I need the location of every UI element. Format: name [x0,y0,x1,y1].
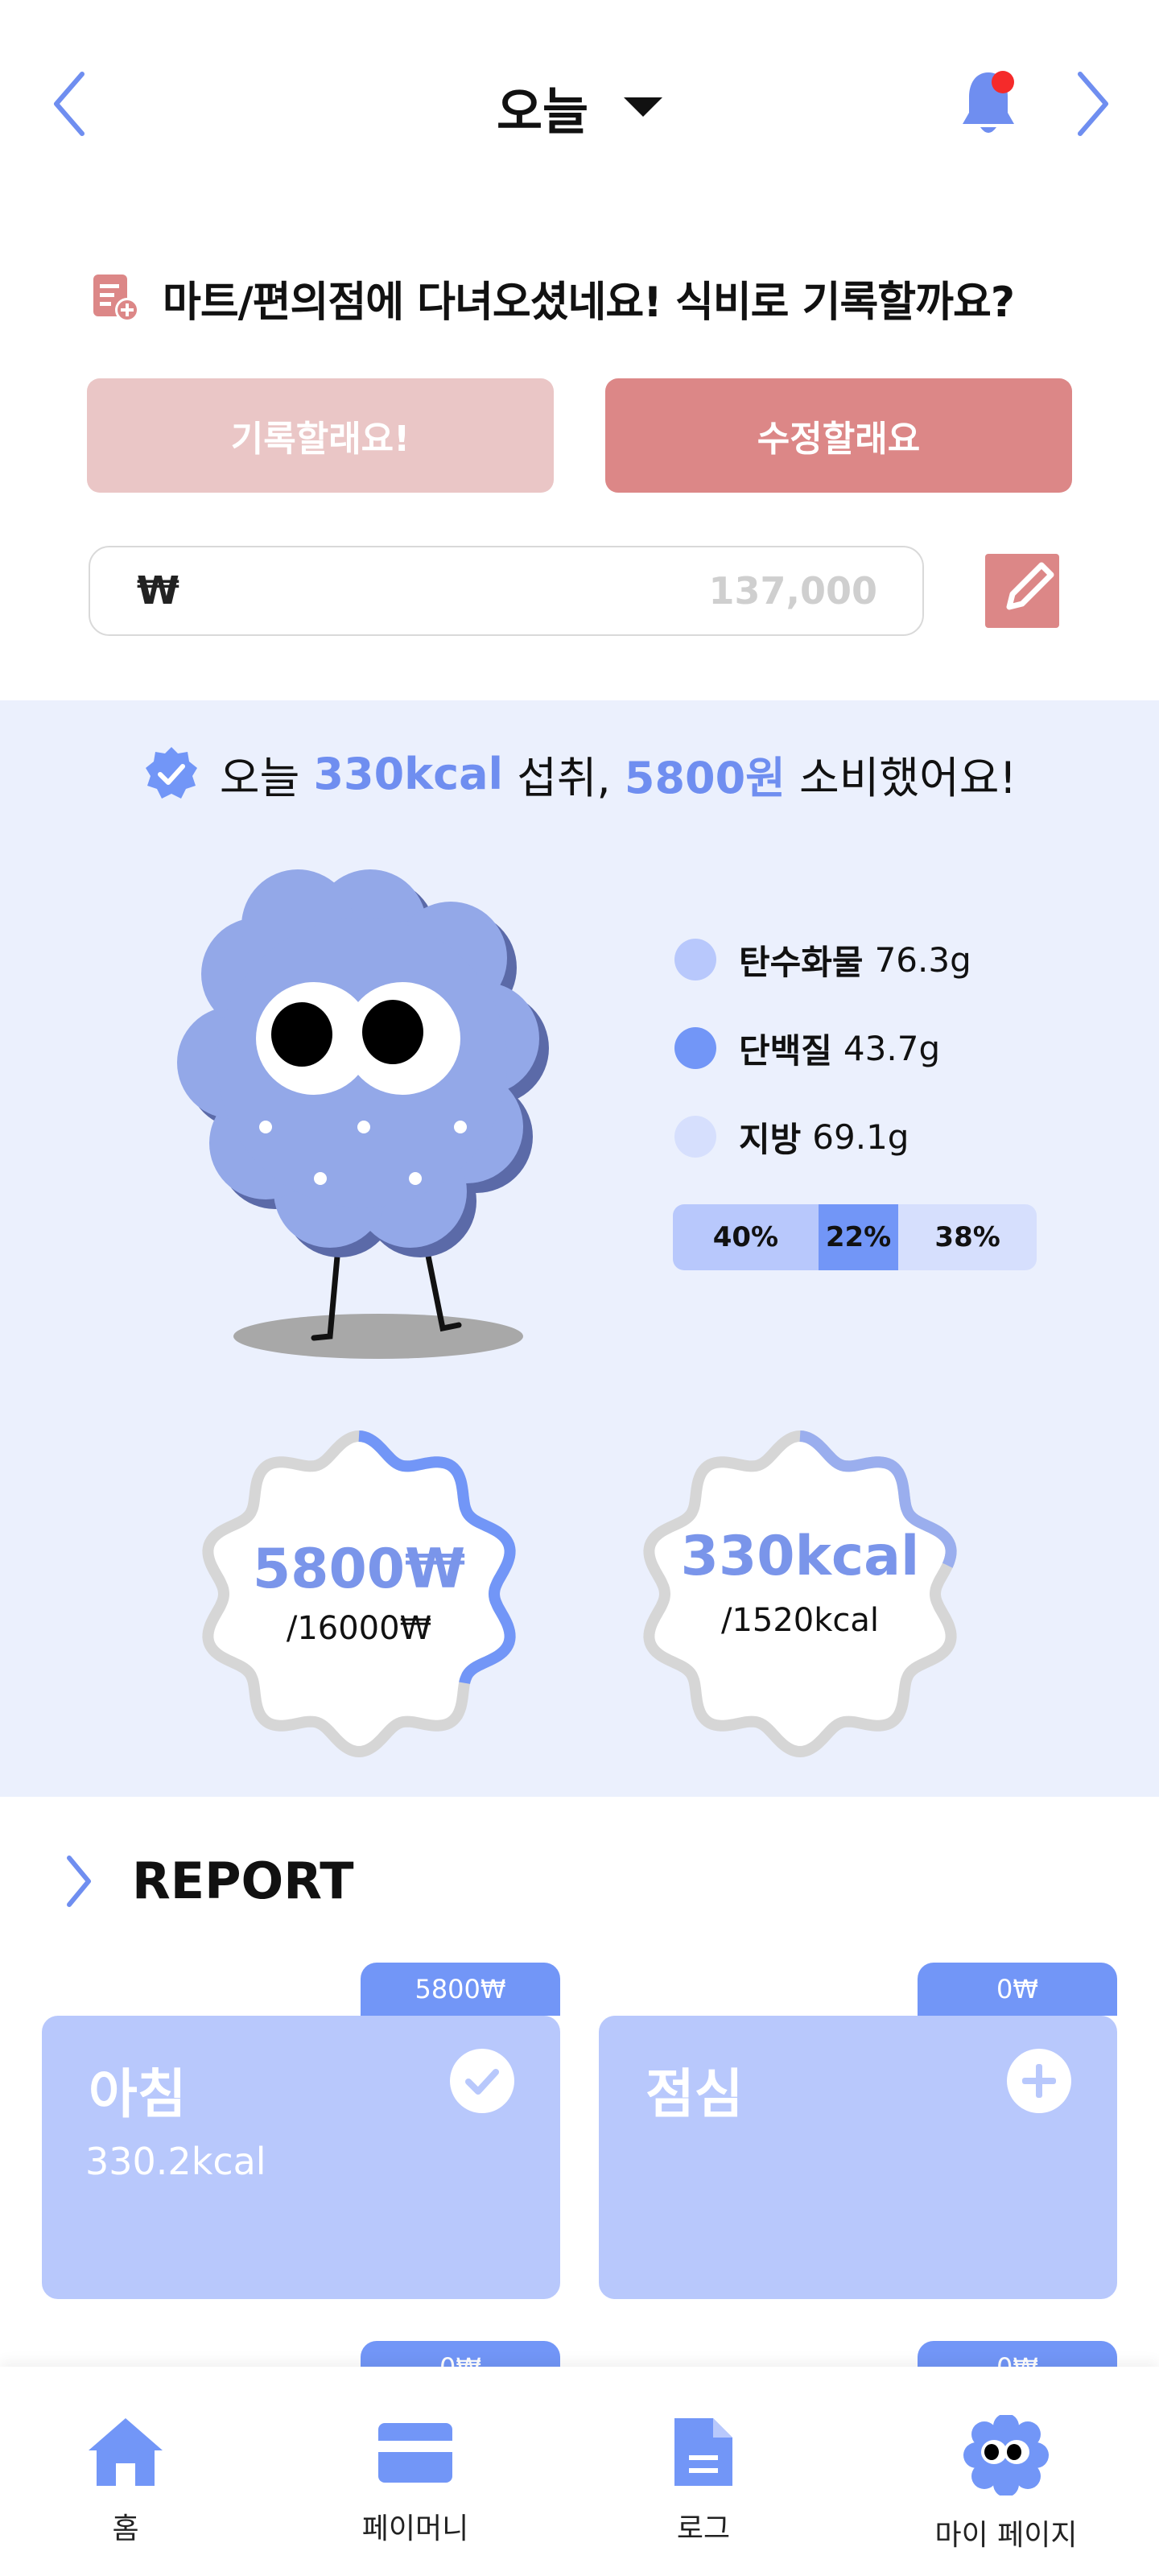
amount-input[interactable]: ₩ 137,000 [89,546,924,636]
calorie-gauge: 330kcal /1520kcal [631,1425,969,1763]
nav-label: 로그 [676,2512,731,2545]
report-title: REPORT [132,1852,354,1910]
document-icon [674,2418,732,2486]
macro-protein: 단백질 43.7g [673,1022,940,1074]
calorie-goal: /1520kcal [720,1602,880,1639]
summary-suffix: 소비했어요! [785,753,1017,803]
meal-card-lunch[interactable]: 점심 [599,2016,1117,2299]
nav-home[interactable]: 홈 [21,2415,230,2547]
meal-title: 점심 [645,2063,744,2125]
calorie-value: 330kcal [680,1525,920,1588]
calorie-gauge-ring [643,1430,957,1758]
macro-value: 76.3g [874,939,971,980]
macro-value: 43.7g [843,1028,941,1068]
edit-amount-button[interactable] [985,549,1066,630]
summary-prefix: 오늘 [219,753,314,803]
home-icon [89,2418,163,2486]
nav-mypage[interactable]: 마이 페이지 [901,2415,1111,2553]
nav-log[interactable]: 로그 [599,2415,808,2547]
currency-symbol: ₩ [137,568,179,613]
meal-cost-tab: 5800₩ [361,1963,560,2016]
bottom-navigation: 홈 페이머니 로그 마이 페이지 [0,2367,1159,2576]
spending-gauge: 5800₩ /16000₩ [190,1425,528,1763]
spending-goal: /16000₩ [286,1610,432,1647]
meal-kcal: 330.2kcal [85,2140,266,2183]
next-date-button[interactable] [1067,68,1116,140]
summary-spent: 5800원 [624,753,786,803]
macro-name: 지방 [739,1119,802,1159]
macro-name: 탄수화물 [739,942,864,982]
check-circle-icon[interactable] [449,2048,515,2114]
macro-fat: 지방 69.1g [673,1111,909,1162]
meal-cost-tab: 0₩ [918,1963,1117,2016]
notification-dot [992,71,1014,93]
macro-carbs: 탄수화물 76.3g [673,934,971,985]
meal-title: 아침 [89,2063,187,2125]
report-header[interactable]: REPORT [64,1852,354,1910]
caret-down-icon [624,97,663,117]
nav-label: 마이 페이지 [934,2519,1078,2552]
mascot-icon [963,2415,1049,2496]
check-badge-icon [145,746,197,799]
meal-card-breakfast[interactable]: 아침 330.2kcal [42,2016,560,2299]
ratio-segment: 38% [898,1204,1037,1270]
spending-value: 5800₩ [252,1538,466,1601]
nav-label: 홈 [112,2512,139,2545]
record-prompt: 마트/편의점에 다녀오셨네요! 식비로 기록할까요? [89,266,1015,330]
ratio-segment: 40% [673,1204,819,1270]
macro-name: 단백질 [739,1030,832,1071]
page-title: 오늘 [496,82,589,141]
carbs-dot-icon [674,939,716,980]
ratio-segment: 22% [818,1204,899,1270]
receipt-add-icon [93,275,139,322]
summary-line: 오늘 330kcal 섭취, 5800원 소비했어요! [0,742,1159,806]
prompt-text: 마트/편의점에 다녀오셨네요! 식비로 기록할까요? [163,278,1015,327]
nav-paymoney[interactable]: 페이머니 [311,2415,520,2547]
summary-middle: 섭취, [503,753,625,803]
bell-icon [963,71,1014,133]
card-icon [378,2423,452,2483]
nav-label: 페이머니 [361,2512,469,2545]
protein-dot-icon [674,1027,716,1069]
amount-value: 137,000 [708,569,877,613]
chevron-right-icon [1078,72,1108,136]
notifications-button[interactable] [958,68,1019,140]
macro-value: 69.1g [812,1117,909,1157]
pencil-icon [985,554,1059,628]
macro-ratio-bar: 40% 22% 38% [673,1204,1037,1270]
plus-circle-icon[interactable] [1006,2048,1072,2114]
mascot-illustration [177,869,549,1359]
record-button[interactable]: 기록할래요! [87,378,554,493]
chevron-right-icon [67,1855,91,1907]
edit-button[interactable]: 수정할래요 [605,378,1072,493]
fat-dot-icon [674,1116,716,1158]
summary-kcal: 330kcal [313,749,504,799]
